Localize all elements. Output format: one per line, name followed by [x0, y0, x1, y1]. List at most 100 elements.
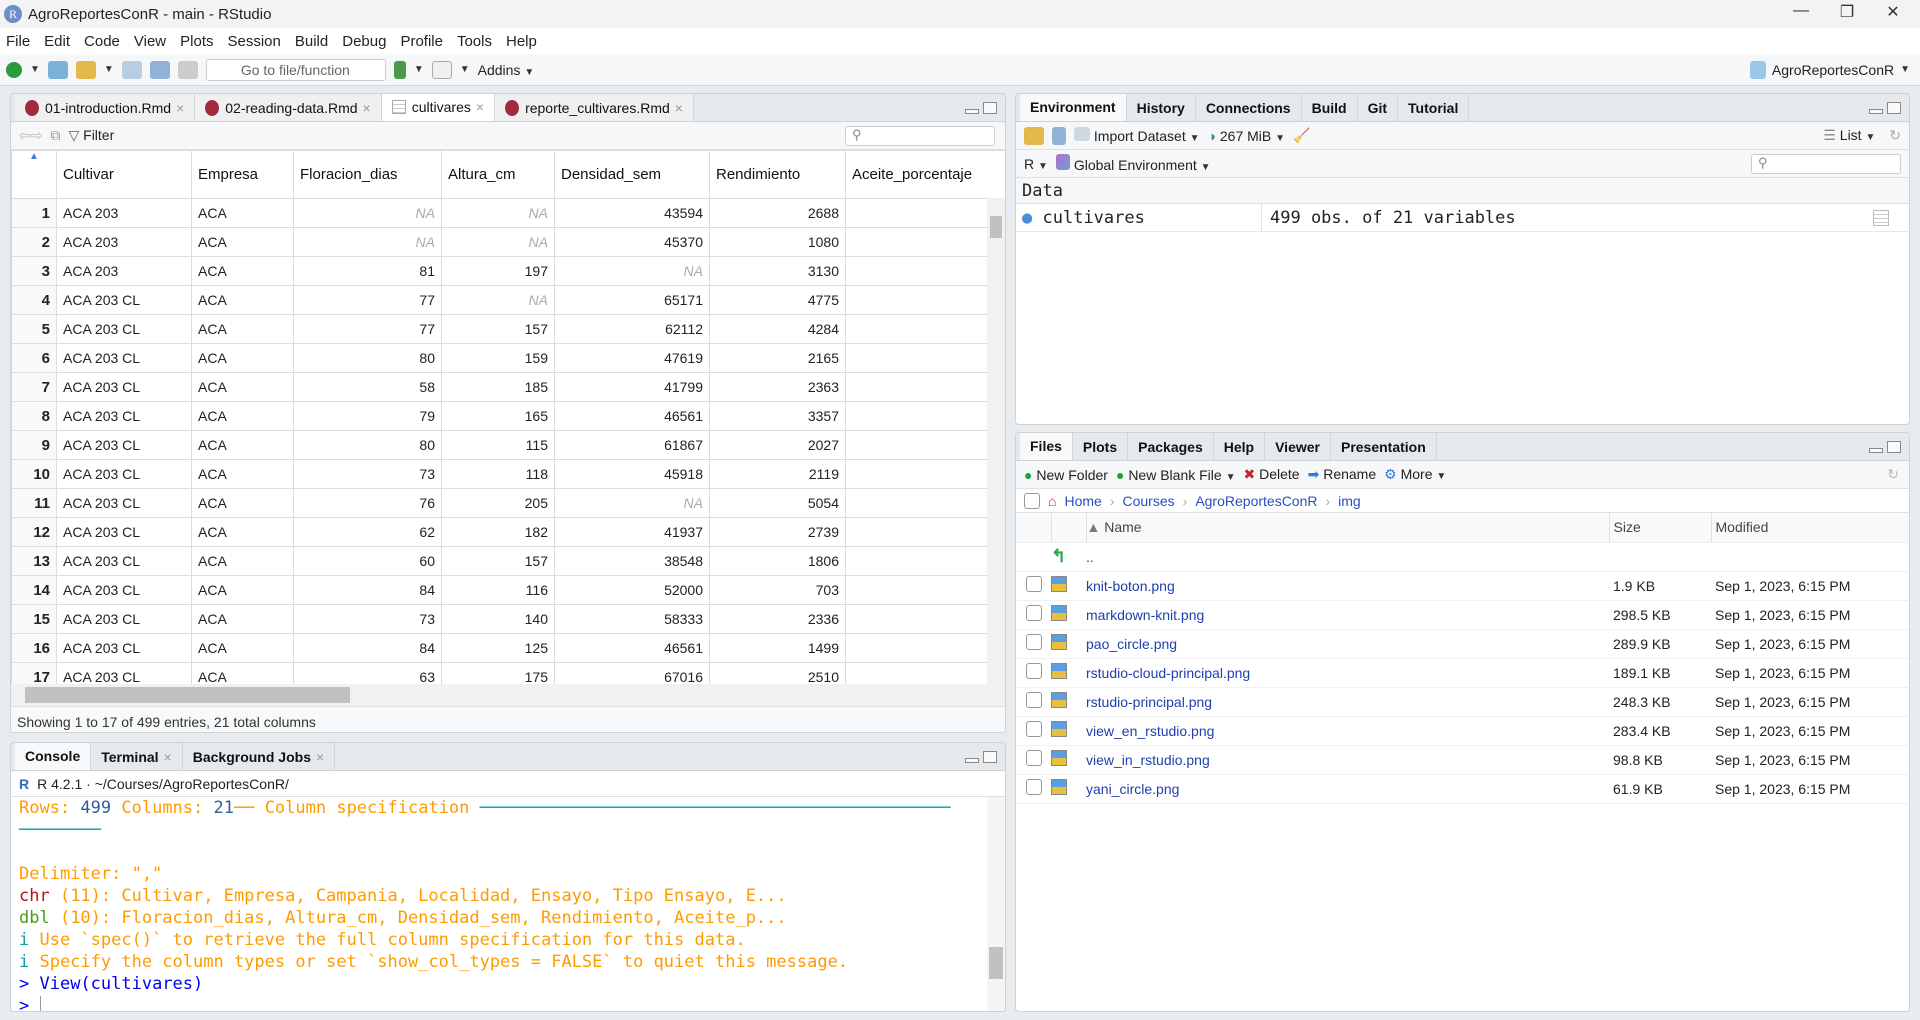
new-file-icon[interactable]: [6, 61, 22, 78]
close-tab-icon[interactable]: ×: [363, 100, 371, 116]
console-scrollbar[interactable]: [987, 797, 1005, 1011]
goto-file-input[interactable]: Go to file/function: [205, 58, 386, 81]
tab-build[interactable]: Build: [1302, 94, 1358, 121]
column-header-altura_cm[interactable]: Altura_cm: [441, 150, 555, 199]
table-row[interactable]: 3ACA 203ACA81197NA31304: [11, 256, 1005, 286]
menu-profile[interactable]: Profile: [400, 33, 443, 50]
load-workspace-icon[interactable]: [1024, 126, 1044, 145]
restore-button[interactable]: ❐: [1824, 2, 1870, 22]
minimize-button[interactable]: —: [1778, 2, 1824, 20]
back-forward-icon[interactable]: ⇦⇨: [19, 127, 42, 144]
file-row[interactable]: rstudio-cloud-principal.png 189.1 KB Sep 1…: [1016, 658, 1909, 688]
print-icon[interactable]: [177, 60, 198, 79]
source-tab-reporte-cultivares-rmd[interactable]: reporte_cultivares.Rmd ×: [495, 94, 694, 121]
menu-view[interactable]: View: [134, 33, 166, 50]
file-row[interactable]: knit-boton.png 1.9 KB Sep 1, 2023, 6:15 PM: [1016, 571, 1909, 601]
file-row[interactable]: markdown-knit.png 298.5 KB Sep 1, 2023, 6:…: [1016, 600, 1909, 630]
tab-packages[interactable]: Packages: [1128, 433, 1214, 460]
table-row[interactable]: 9ACA 203 CLACA801156186720274: [11, 430, 1005, 460]
table-row[interactable]: 1ACA 203ACANANA4359426884: [11, 198, 1005, 228]
menu-file[interactable]: File: [6, 33, 30, 50]
file-name-link[interactable]: markdown-knit.png: [1086, 600, 1609, 630]
console-tab-terminal[interactable]: Terminal ×: [91, 743, 183, 770]
name-column-header[interactable]: ▲ Name: [1086, 513, 1610, 543]
tab-viewer[interactable]: Viewer: [1265, 433, 1331, 460]
rename-button[interactable]: ➡ Rename: [1308, 466, 1377, 483]
file-row[interactable]: pao_circle.png 289.9 KB Sep 1, 2023, 6:15 …: [1016, 629, 1909, 659]
vcs-icon[interactable]: [393, 60, 406, 79]
source-tab-01-introduction-rmd[interactable]: 01-introduction.Rmd ×: [15, 94, 196, 121]
column-header-aceite_porcentaje[interactable]: Aceite_porcentaje: [845, 150, 1005, 199]
pane-controls[interactable]: [965, 102, 997, 114]
parent-dir-link[interactable]: ..: [1086, 542, 1609, 572]
project-menu[interactable]: AgroReportesConR ▼: [1749, 60, 1910, 79]
env-pane-controls[interactable]: [1869, 102, 1901, 114]
breadcrumb-courses[interactable]: Courses: [1123, 493, 1175, 509]
tab-git[interactable]: Git: [1358, 94, 1399, 121]
memory-usage-button[interactable]: ◑ 267 MiB ▼: [1208, 128, 1286, 144]
table-row[interactable]: 12ACA 203 CLACA621824193727394: [11, 517, 1005, 547]
horizontal-scrollbar[interactable]: [11, 684, 1005, 706]
file-checkbox[interactable]: [1025, 576, 1042, 592]
close-tab-icon[interactable]: ×: [164, 749, 172, 765]
breadcrumb-home[interactable]: Home: [1064, 493, 1101, 509]
column-header-densidad_sem[interactable]: Densidad_sem: [554, 150, 710, 199]
column-header-rendimiento[interactable]: Rendimiento: [709, 150, 846, 199]
source-tab-cultivares[interactable]: cultivares ×: [381, 94, 496, 121]
delete-button[interactable]: ✖ Delete: [1243, 466, 1299, 483]
menu-edit[interactable]: Edit: [44, 33, 70, 50]
view-mode-menu[interactable]: ☰ List ▼ ↻: [1823, 127, 1901, 144]
clear-broom-icon[interactable]: 🧹: [1293, 127, 1310, 144]
file-name-link[interactable]: rstudio-principal.png: [1086, 687, 1609, 717]
pane-layout-icon[interactable]: [431, 60, 452, 79]
file-checkbox[interactable]: [1025, 605, 1042, 621]
size-column-header[interactable]: Size: [1609, 513, 1712, 543]
save-workspace-icon[interactable]: [1052, 126, 1066, 145]
open-file-icon[interactable]: [75, 60, 96, 79]
table-row[interactable]: 11ACA 203 CLACA76205NA50544: [11, 488, 1005, 518]
file-name-link[interactable]: view_en_rstudio.png: [1086, 716, 1609, 746]
new-blank-file-button[interactable]: ● New Blank File ▼: [1116, 467, 1236, 483]
close-button[interactable]: ✕: [1870, 2, 1916, 22]
table-row[interactable]: 6ACA 203 CLACA801594761921654: [11, 343, 1005, 373]
menu-build[interactable]: Build: [295, 33, 328, 50]
table-row[interactable]: 7ACA 203 CLACA581854179923633: [11, 372, 1005, 402]
addins-menu[interactable]: Addins ▼: [478, 62, 535, 78]
source-tab-02-reading-data-rmd[interactable]: 02-reading-data.Rmd ×: [195, 94, 382, 121]
table-row[interactable]: 5ACA 203 CLACA771576211242844: [11, 314, 1005, 344]
new-folder-button[interactable]: ● New Folder: [1024, 467, 1108, 483]
save-icon[interactable]: [121, 60, 142, 79]
file-checkbox[interactable]: [1025, 663, 1042, 679]
home-icon[interactable]: ⌂: [1048, 493, 1056, 509]
tab-connections[interactable]: Connections: [1196, 94, 1302, 121]
filter-button[interactable]: ▽ Filter: [68, 127, 114, 144]
column-header-cultivar[interactable]: Cultivar: [56, 150, 192, 199]
files-pane-controls[interactable]: [1869, 441, 1901, 453]
save-all-icon[interactable]: [149, 60, 170, 79]
menu-debug[interactable]: Debug: [342, 33, 386, 50]
breadcrumb-img[interactable]: img: [1338, 493, 1361, 509]
file-checkbox[interactable]: [1025, 721, 1042, 737]
console-path[interactable]: R 4.2.1 · ~/Courses/AgroReportesConR/: [37, 776, 289, 792]
refresh-icon[interactable]: ↻: [1889, 127, 1901, 143]
more-button[interactable]: ⚙ More ▼: [1384, 466, 1446, 483]
table-row[interactable]: 17ACA 203 CLACA631756701625104: [11, 662, 1005, 684]
refresh-files-icon[interactable]: ↻: [1887, 466, 1899, 483]
environment-search-input[interactable]: ⚲: [1751, 153, 1901, 174]
file-row[interactable]: view_en_rstudio.png 283.4 KB Sep 1, 2023, …: [1016, 716, 1909, 746]
console-pane-controls[interactable]: [965, 751, 997, 763]
console-tab-background-jobs[interactable]: Background Jobs ×: [183, 743, 336, 770]
tab-plots[interactable]: Plots: [1073, 433, 1129, 460]
breadcrumb-agroreportesconr[interactable]: AgroReportesConR: [1195, 493, 1317, 509]
tab-tutorial[interactable]: Tutorial: [1398, 94, 1470, 121]
env-item-cultivares[interactable]: ● cultivares 499 obs. of 21 variables: [1016, 204, 1909, 232]
table-search-input[interactable]: ⚲: [845, 125, 995, 146]
file-row[interactable]: rstudio-principal.png 248.3 KB Sep 1, 2023…: [1016, 687, 1909, 717]
file-name-link[interactable]: yani_circle.png: [1086, 774, 1609, 804]
file-checkbox[interactable]: [1025, 750, 1042, 766]
vertical-scrollbar[interactable]: [987, 198, 1005, 684]
table-row[interactable]: 16ACA 203 CLACA841254656114994: [11, 633, 1005, 663]
console-tab-console[interactable]: Console: [15, 743, 92, 770]
file-name-link[interactable]: knit-boton.png: [1086, 571, 1609, 601]
parent-dir-row[interactable]: ↰..: [1016, 542, 1909, 572]
